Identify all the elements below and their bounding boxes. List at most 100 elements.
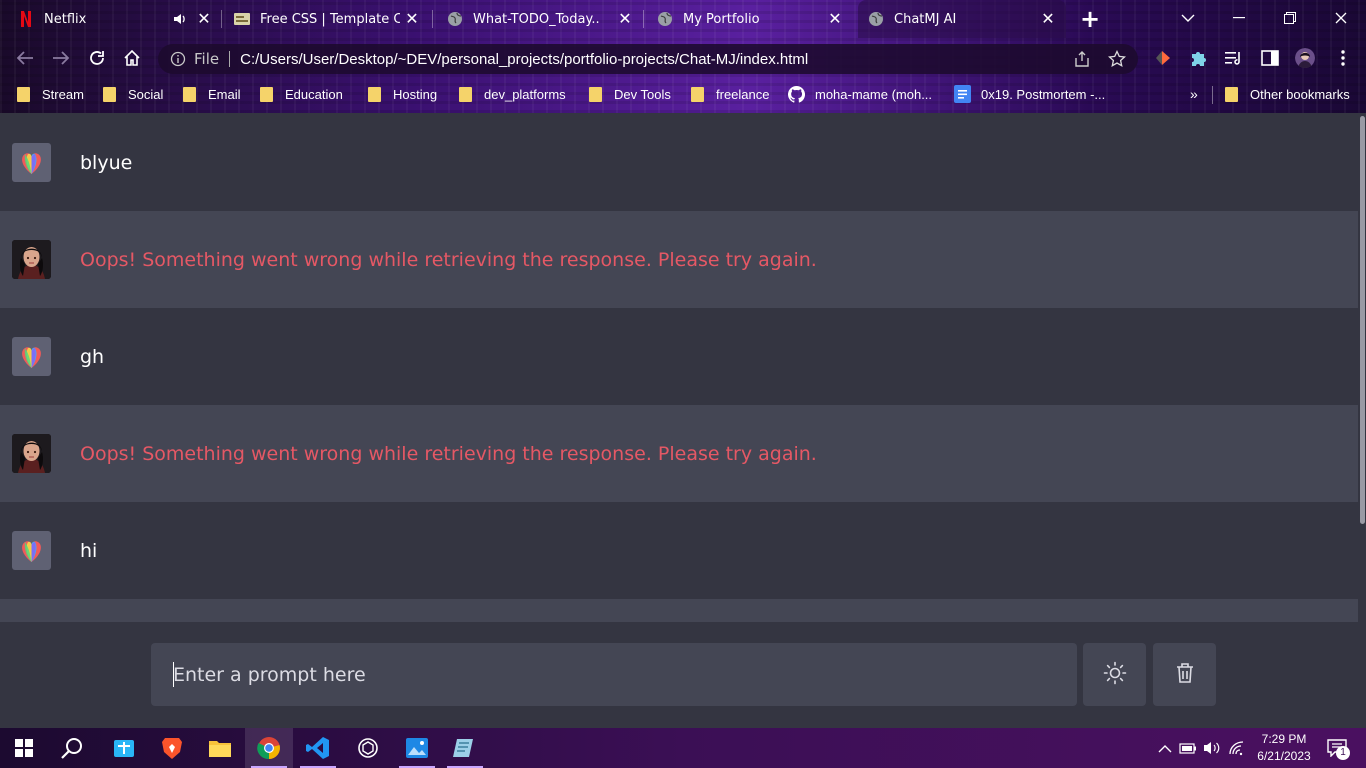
notification-center-icon[interactable]: 1	[1323, 738, 1351, 760]
side-panel-icon[interactable]	[1260, 48, 1280, 68]
windows-taskbar: 7:29 PM 6/21/2023 1	[0, 728, 1366, 768]
error-message-text: Oops! Something went wrong while retriev…	[80, 248, 817, 271]
info-icon[interactable]	[170, 51, 186, 67]
bookmark-label: Education	[285, 86, 343, 102]
chrome-icon[interactable]	[245, 728, 293, 768]
new-tab-button[interactable]: +	[1078, 7, 1102, 31]
bookmark-dev-platforms[interactable]: dev_platforms	[459, 80, 566, 108]
freecss-icon	[234, 11, 250, 27]
folder-icon	[589, 86, 602, 102]
notes-icon[interactable]	[441, 728, 489, 768]
photos-icon[interactable]	[393, 728, 441, 768]
tab-search-icon[interactable]	[1162, 0, 1213, 36]
folder-icon	[260, 86, 273, 102]
bookmark-label: moha-mame (moh...	[815, 86, 933, 102]
bookmark-hosting[interactable]: Hosting	[368, 80, 437, 108]
forward-icon[interactable]	[49, 46, 73, 70]
globe-icon	[447, 11, 463, 27]
netflix-icon	[18, 11, 34, 27]
bookmark-label: Email	[208, 86, 241, 102]
other-bookmarks[interactable]: Other bookmarks	[1225, 80, 1350, 108]
url-text[interactable]: C:/Users/User/Desktop/~DEV/personal_proj…	[240, 51, 808, 68]
bookmark-star-icon[interactable]	[1107, 49, 1127, 68]
user-avatar	[12, 337, 51, 376]
home-icon[interactable]	[120, 46, 144, 70]
file-explorer-icon[interactable]	[196, 728, 244, 768]
theme-toggle-button[interactable]	[1083, 643, 1146, 706]
tab-title: Netflix	[44, 11, 87, 27]
share-icon[interactable]	[1073, 50, 1091, 68]
bookmark-education[interactable]: Education	[260, 80, 343, 108]
close-tab-icon[interactable]: ✕	[1040, 11, 1056, 27]
close-tab-icon[interactable]: ✕	[196, 11, 212, 27]
close-tab-icon[interactable]: ✕	[404, 11, 420, 27]
extensions-puzzle-icon[interactable]	[1188, 48, 1208, 68]
minimize-icon[interactable]	[1213, 0, 1264, 36]
bookmark-social[interactable]: Social	[103, 80, 163, 108]
chatgpt-icon[interactable]	[344, 728, 392, 768]
chat-message-bot: Oops! Something went wrong while retriev…	[0, 211, 1358, 308]
store-icon[interactable]	[100, 728, 148, 768]
system-clock[interactable]: 7:29 PM 6/21/2023	[1252, 731, 1316, 765]
bookmark-label: 0x19. Postmortem -...	[981, 86, 1106, 102]
wifi-icon[interactable]	[1228, 738, 1248, 758]
bookmark-label: dev_platforms	[484, 86, 566, 102]
folder-icon	[183, 86, 196, 102]
tab-chatmj[interactable]: ChatMJ AI ✕	[858, 0, 1066, 38]
tab-my-portfolio[interactable]: My Portfolio ✕	[657, 0, 853, 38]
audio-playing-icon[interactable]	[172, 11, 188, 30]
kebab-menu-icon[interactable]	[1333, 48, 1353, 68]
tab-separator	[643, 10, 644, 28]
bookmark-label: Social	[128, 86, 164, 102]
bookmark-freelance[interactable]: freelance	[691, 80, 769, 108]
notification-badge: 1	[1336, 746, 1350, 760]
address-bar[interactable]: File C:/Users/User/Desktop/~DEV/personal…	[158, 44, 1138, 74]
bookmark-email[interactable]: Email	[183, 80, 241, 108]
folder-icon	[1225, 86, 1238, 102]
tab-netflix[interactable]: Netflix ✕	[18, 0, 220, 38]
close-tab-icon[interactable]: ✕	[617, 11, 633, 27]
extension-icon[interactable]	[1153, 48, 1173, 68]
search-icon[interactable]	[48, 728, 96, 768]
bookmark-github[interactable]: moha-mame (moh...	[787, 80, 933, 108]
vscode-icon[interactable]	[294, 728, 342, 768]
delete-chats-button[interactable]	[1153, 643, 1216, 706]
close-tab-icon[interactable]: ✕	[827, 11, 843, 27]
bot-portrait-icon	[12, 434, 51, 473]
back-icon[interactable]	[13, 46, 37, 70]
profile-avatar[interactable]	[1295, 48, 1315, 68]
bookmark-postmortem[interactable]: 0x19. Postmortem -...	[954, 80, 1105, 108]
scrollbar-thumb[interactable]	[1360, 116, 1365, 524]
chat-message-user: hi	[0, 502, 1358, 599]
message-text: gh	[80, 345, 105, 368]
reload-icon[interactable]	[85, 46, 109, 70]
volume-icon[interactable]	[1202, 738, 1222, 758]
brave-icon[interactable]	[148, 728, 196, 768]
folder-icon	[103, 86, 116, 102]
folder-icon	[368, 86, 381, 102]
tab-separator	[221, 10, 222, 28]
chat-message-user: gh	[0, 308, 1358, 405]
error-message-text: Oops! Something went wrong while retriev…	[80, 442, 817, 465]
folder-icon	[459, 86, 472, 102]
show-hidden-icons-icon[interactable]	[1155, 738, 1175, 758]
bookmark-dev-tools[interactable]: Dev Tools	[589, 80, 671, 108]
bookmark-label: Hosting	[393, 86, 438, 102]
tab-title: ChatMJ AI	[894, 11, 957, 27]
prompt-input[interactable]	[151, 643, 1077, 706]
bookmark-stream[interactable]: Stream	[17, 80, 84, 108]
tab-free-css[interactable]: Free CSS | Template Cat ✕	[234, 0, 430, 38]
tab-what-todo[interactable]: What-TODO_Today.. ✕	[447, 0, 643, 38]
media-control-icon[interactable]	[1224, 48, 1244, 68]
chat-message-bot: Oops! Something went wrong while retriev…	[0, 405, 1358, 502]
github-icon	[787, 85, 806, 103]
folder-icon	[17, 86, 30, 102]
bookmarks-overflow-button[interactable]: »	[1190, 80, 1198, 108]
close-window-icon[interactable]	[1315, 0, 1366, 36]
globe-icon	[868, 11, 884, 27]
heart-logo-icon	[22, 541, 41, 562]
bot-avatar	[12, 240, 51, 279]
battery-icon[interactable]	[1178, 738, 1198, 758]
restore-icon[interactable]	[1264, 0, 1315, 36]
windows-start-icon[interactable]	[0, 728, 48, 768]
